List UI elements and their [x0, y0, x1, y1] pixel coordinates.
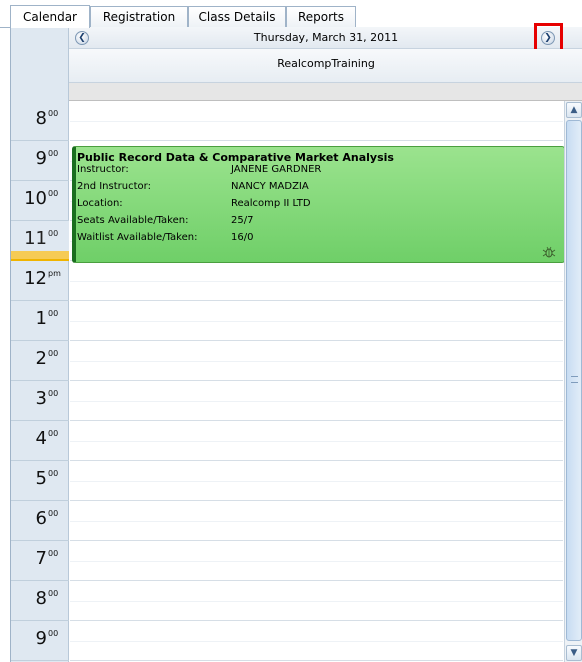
time-slot[interactable]: [70, 341, 563, 381]
resource-header: RealcompTraining: [69, 49, 582, 83]
hour-label: 1 00: [11, 301, 69, 341]
scroll-up-icon[interactable]: ▲: [566, 102, 582, 118]
time-slot[interactable]: [70, 541, 563, 581]
time-slot[interactable]: [70, 421, 563, 461]
hour-number: 8: [35, 108, 47, 129]
hour-number: 5: [35, 468, 47, 489]
hour-number: 7: [35, 548, 47, 569]
event-label-location: Location:: [77, 198, 123, 209]
hour-label: 2 00: [11, 341, 69, 381]
hour-suffix: pm: [48, 269, 61, 278]
vertical-scrollbar[interactable]: ▲ ▼: [564, 101, 582, 662]
scroll-down-icon[interactable]: ▼: [566, 645, 582, 661]
half-hour-line: [70, 321, 563, 322]
tab-calendar[interactable]: Calendar: [10, 5, 90, 28]
time-slot[interactable]: [70, 301, 563, 341]
hour-suffix: 00: [48, 349, 59, 358]
half-hour-line: [70, 441, 563, 442]
hour-suffix: 00: [48, 229, 59, 238]
hour-label: 5 00: [11, 461, 69, 501]
hour-label: 7 00: [11, 541, 69, 581]
tab-bar: Calendar Registration Class Details Repo…: [0, 0, 582, 28]
all-day-row[interactable]: [69, 83, 582, 101]
event-value-location: Realcomp II LTD: [231, 198, 311, 209]
hour-number: 12: [24, 268, 47, 289]
hour-label: 11 00: [11, 221, 69, 261]
hour-suffix: 00: [48, 509, 59, 518]
hour-number: 2: [35, 348, 47, 369]
time-grid: 8 00 9 00 10 00 11 00 12 pm 1 00 2 00 3 00 4 00 5 00 6 00 7 00 8…: [11, 101, 582, 662]
header-corner: [11, 27, 69, 101]
hour-suffix: 00: [48, 469, 59, 478]
time-slot[interactable]: [70, 461, 563, 501]
half-hour-line: [70, 281, 563, 282]
time-slot[interactable]: [70, 621, 563, 661]
time-column: 8 00 9 00 10 00 11 00 12 pm 1 00 2 00 3 00 4 00 5 00 6 00 7 00 8…: [11, 101, 69, 662]
hour-suffix: 00: [48, 149, 59, 158]
hour-number: 10: [24, 188, 47, 209]
grip-icon: [571, 376, 578, 383]
hour-number: 11: [24, 228, 47, 249]
event-title: Public Record Data & Comparative Market …: [77, 151, 394, 164]
half-hour-line: [70, 641, 563, 642]
event-label-2nd-instructor: 2nd Instructor:: [77, 181, 151, 192]
event-label-waitlist: Waitlist Available/Taken:: [77, 232, 198, 243]
half-hour-line: [70, 601, 563, 602]
hour-number: 1: [35, 308, 47, 329]
time-slot[interactable]: [70, 381, 563, 421]
half-hour-line: [70, 361, 563, 362]
hour-number: 4: [35, 428, 47, 449]
hour-suffix: 00: [48, 309, 59, 318]
hour-suffix: 00: [48, 109, 59, 118]
hour-number: 9: [35, 628, 47, 649]
hour-suffix: 00: [48, 549, 59, 558]
hour-label: 9 00: [11, 141, 69, 181]
tab-class-details[interactable]: Class Details: [188, 6, 286, 27]
hour-number: 8: [35, 588, 47, 609]
date-header: ❮ Thursday, March 31, 2011 ❯: [69, 23, 582, 53]
hour-number: 3: [35, 388, 47, 409]
half-hour-line: [70, 521, 563, 522]
calendar-panel: ❮ Thursday, March 31, 2011 ❯ RealcompTra…: [10, 23, 582, 662]
hour-label: 9 00: [11, 621, 69, 661]
hour-label: 10 00: [11, 181, 69, 221]
hour-number: 6: [35, 508, 47, 529]
event-value-2nd-instructor: NANCY MADZIA: [231, 181, 309, 192]
event-label-seats: Seats Available/Taken:: [77, 215, 189, 226]
half-hour-line: [70, 481, 563, 482]
half-hour-line: [70, 561, 563, 562]
hour-suffix: 00: [48, 629, 59, 638]
hour-label: 12 pm: [11, 261, 69, 301]
current-date: Thursday, March 31, 2011: [253, 31, 399, 44]
half-hour-line: [70, 401, 563, 402]
time-slot[interactable]: [70, 581, 563, 621]
hour-label: 3 00: [11, 381, 69, 421]
time-slot[interactable]: [70, 261, 563, 301]
hour-number: 9: [35, 148, 47, 169]
tab-registration[interactable]: Registration: [90, 6, 188, 27]
hour-suffix: 00: [48, 189, 59, 198]
scrollbar-thumb[interactable]: [566, 120, 582, 641]
bug-icon: [542, 246, 556, 258]
hour-label: 6 00: [11, 501, 69, 541]
hour-label: 4 00: [11, 421, 69, 461]
hour-suffix: 00: [48, 389, 59, 398]
time-slot[interactable]: [70, 101, 563, 141]
event-label-instructor: Instructor:: [77, 164, 129, 175]
hour-suffix: 00: [48, 589, 59, 598]
resource-name: RealcompTraining: [277, 57, 375, 70]
hour-label: 8 00: [11, 101, 69, 141]
class-event[interactable]: Public Record Data & Comparative Market …: [72, 146, 565, 263]
time-slot[interactable]: [70, 501, 563, 541]
hour-suffix: 00: [48, 429, 59, 438]
hour-label: 8 00: [11, 581, 69, 621]
tab-reports[interactable]: Reports: [286, 6, 356, 27]
event-value-instructor: JANENE GARDNER: [231, 164, 322, 175]
event-value-waitlist: 16/0: [231, 232, 254, 243]
half-hour-line: [70, 121, 563, 122]
event-value-seats: 25/7: [231, 215, 254, 226]
